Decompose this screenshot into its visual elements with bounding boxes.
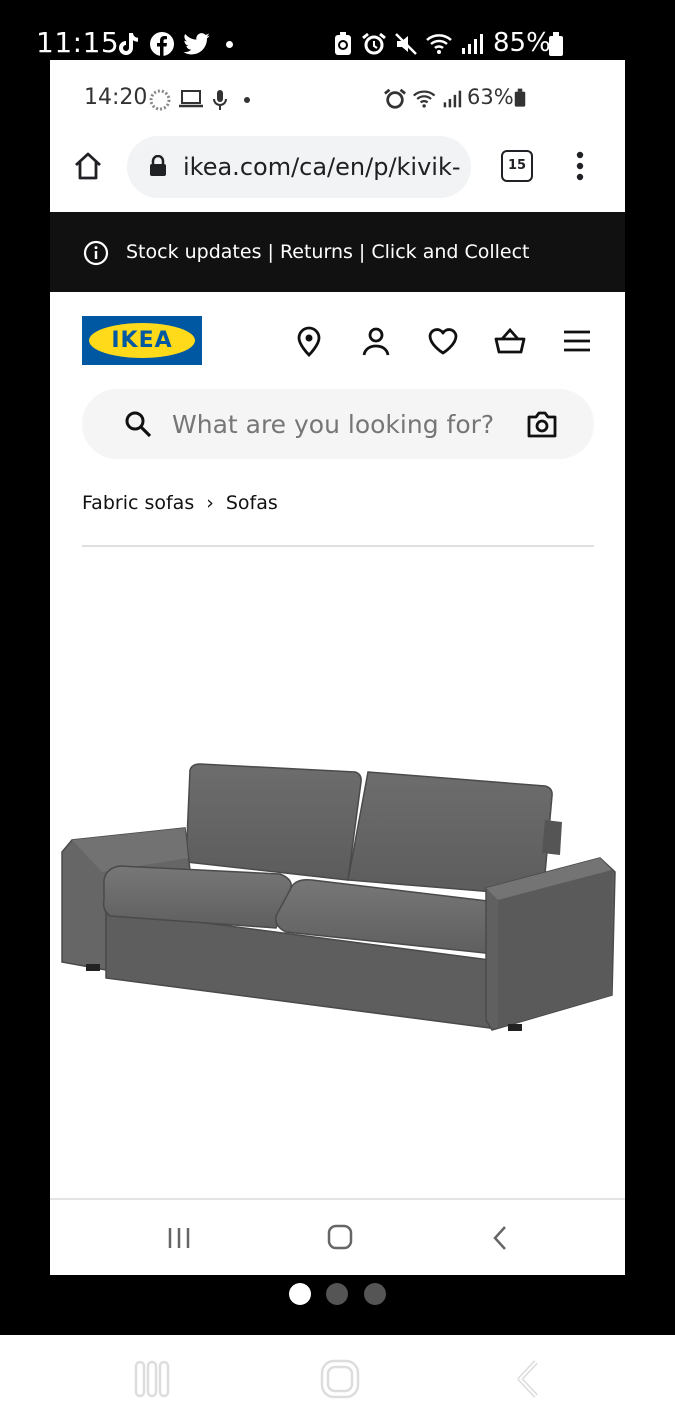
info-banner[interactable]: Stock updates | Returns | Click and Coll… [50,212,625,292]
info-icon [83,240,109,266]
breadcrumb-separator: › [206,492,214,514]
inner-alarm-icon [384,88,406,109]
mute-icon [395,33,417,55]
loading-icon [149,89,171,111]
hamburger-menu-icon[interactable] [560,324,594,358]
outer-home-icon[interactable] [320,1359,360,1399]
more-notifications-dot [226,41,233,48]
signal-icon [462,34,483,54]
outer-recent-apps-icon[interactable] [134,1360,170,1398]
camera-search-icon[interactable] [526,409,558,439]
carousel-dot[interactable] [364,1283,386,1305]
store-location-icon[interactable] [292,324,326,358]
outer-clock: 11:15 [36,26,120,59]
banner-text: Stock updates | Returns | Click and Coll… [126,241,530,263]
recycle-battery-icon [335,32,351,55]
home-icon[interactable] [72,150,104,182]
shopping-bag-icon[interactable] [493,324,527,358]
url-text: ikea.com/ca/en/p/kivik- [183,153,461,181]
more-vert-icon[interactable] [574,150,586,182]
search-bar[interactable]: What are you looking for? [82,389,594,459]
alarm-icon [362,32,386,55]
inner-wifi-icon [413,90,436,108]
carousel-dot-active[interactable] [289,1283,311,1305]
inner-notification-dot [244,97,250,103]
battery-icon [549,32,563,56]
lock-icon [150,155,166,176]
outer-back-icon[interactable] [514,1360,544,1398]
wifi-icon [426,34,452,54]
breadcrumb: Fabric sofas › Sofas [82,492,278,514]
breadcrumb-divider [82,545,594,547]
logo-text: IKEA [111,328,173,353]
account-icon[interactable] [359,324,393,358]
home-button-icon[interactable] [326,1223,354,1251]
inner-signal-icon [443,90,462,108]
recent-apps-icon[interactable] [166,1225,192,1251]
laptop-icon [179,90,203,108]
logo-oval: IKEA [89,323,195,358]
microphone-icon [213,90,227,110]
back-icon[interactable] [490,1224,510,1252]
twitter-icon [183,33,210,55]
inner-battery-icon [514,88,526,107]
search-icon [125,411,152,438]
ikea-logo[interactable]: IKEA [82,316,202,365]
inner-battery-percent: 63% [467,85,514,109]
breadcrumb-link-sofas[interactable]: Sofas [226,492,278,514]
address-field[interactable]: ikea.com/ca/en/p/kivik- [127,136,471,198]
inner-screenshot: 14:20 63% ikea.com/ca/en/p/kivik- 15 Sto… [50,60,625,1275]
facebook-icon [150,32,174,56]
gray-sofa-image[interactable] [50,750,625,1040]
breadcrumb-link-fabric-sofas[interactable]: Fabric sofas [82,492,194,514]
android-navigation-bar [50,1200,625,1275]
search-input[interactable]: What are you looking for? [172,410,494,439]
tab-switcher-button[interactable]: 15 [501,150,533,182]
outer-status-bar: 11:15 85% [0,0,675,60]
tiktok-icon [119,33,138,55]
favourites-heart-icon[interactable] [426,324,460,358]
outer-navigation-bar [0,1335,675,1425]
browser-url-bar: ikea.com/ca/en/p/kivik- 15 [50,130,625,212]
inner-status-bar: 14:20 63% [50,60,625,130]
outer-battery-percent: 85% [493,28,551,58]
inner-clock: 14:20 [84,85,148,110]
carousel-dot[interactable] [326,1283,348,1305]
